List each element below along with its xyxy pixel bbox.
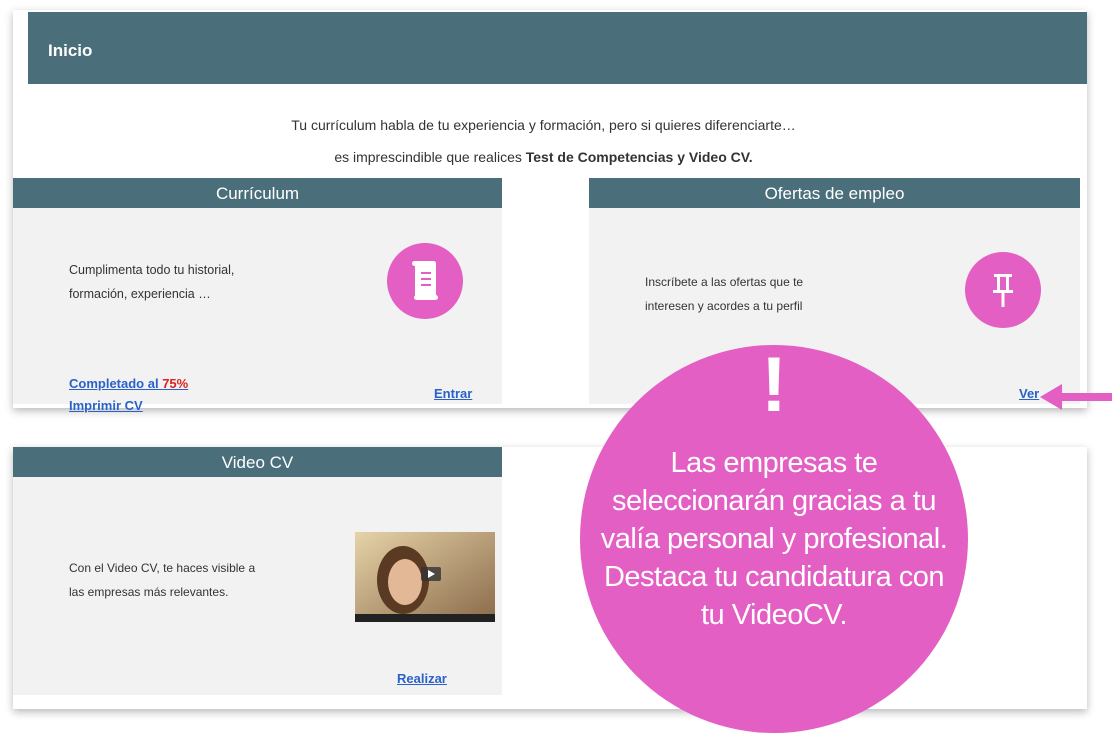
exclamation-icon: !: [761, 340, 787, 428]
curriculum-card-title: Currículum: [13, 178, 502, 208]
video-cv-action-link[interactable]: Realizar: [397, 671, 447, 686]
page-title: Inicio: [48, 41, 93, 60]
completed-link[interactable]: Completado al 75%: [69, 376, 188, 391]
job-offers-card-title: Ofertas de empleo: [589, 178, 1080, 208]
curriculum-enter-link[interactable]: Entrar: [434, 386, 472, 401]
callout-text: Las empresas te seleccionarán gracias a …: [600, 447, 948, 631]
curriculum-description: Cumplimenta todo tu historial, formación…: [69, 258, 234, 306]
completed-percent: 75%: [162, 376, 189, 391]
video-play-icon[interactable]: [355, 532, 495, 622]
intro-line-1: Tu currículum habla de tu experiencia y …: [291, 117, 796, 133]
arrow-left-icon: [1040, 384, 1112, 410]
curriculum-description-line-1: Cumplimenta todo tu historial,: [69, 263, 235, 277]
print-cv-link[interactable]: Imprimir CV: [69, 398, 143, 413]
job-offers-view-link[interactable]: Ver: [1019, 386, 1039, 401]
intro-line-2-bold: Test de Competencias y Video CV.: [525, 149, 753, 165]
job-offers-description-line-1: Inscríbete a las ofertas que te: [645, 275, 804, 289]
video-cv-card-title: Video CV: [13, 447, 502, 477]
intro-line-2: es imprescindible que realices Test de C…: [0, 149, 1087, 165]
page-header: [28, 12, 1087, 84]
video-cv-description: Con el Video CV, te haces visible a las …: [69, 556, 255, 604]
document-scroll-icon: [387, 243, 463, 319]
video-cv-description-line-2: las empresas más relevantes.: [69, 585, 229, 599]
curriculum-description-line-2: formación, experiencia …: [69, 287, 211, 301]
job-offers-description: Inscríbete a las ofertas que te interese…: [645, 270, 803, 318]
completed-label: Completado al: [69, 376, 163, 391]
callout-bubble: ! Las empresas te seleccionarán gracias …: [580, 345, 968, 733]
pushpin-icon: [965, 252, 1041, 328]
video-cv-description-line-1: Con el Video CV, te haces visible a: [69, 561, 256, 575]
job-offers-description-line-2: interesen y acordes a tu perfil: [645, 299, 803, 313]
intro-line-2-prefix: es imprescindible que realices: [334, 149, 526, 165]
